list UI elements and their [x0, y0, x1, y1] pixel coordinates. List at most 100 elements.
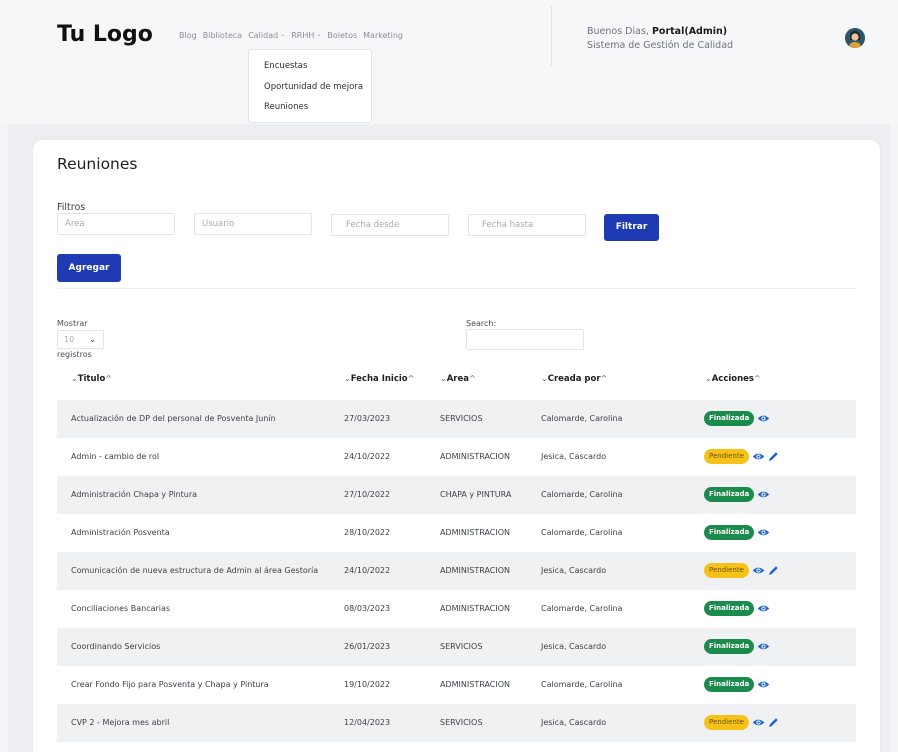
edit-pencil-icon[interactable] [767, 716, 780, 729]
column-header-creada-por[interactable]: ⌄Creada por^ [541, 374, 607, 384]
fecha-desde-input[interactable]: Fecha desde [331, 214, 449, 236]
cell-fecha-inicio: 27/10/2022 [344, 490, 391, 499]
cell-titulo: Crear Fondo Fijo para Posventa y Chapa y… [71, 680, 269, 689]
nav-blog[interactable]: Blog [179, 31, 197, 40]
table-row[interactable]: Crear Fondo Fijo para Posventa y Chapa y… [57, 666, 856, 704]
cell-area: SERVICIOS [440, 642, 483, 651]
sort-icon: ^ [468, 374, 476, 383]
table-row[interactable]: Admin - cambio de rol 24/10/2022 ADMINISTR… [57, 438, 856, 476]
cell-area: CHAPA y PINTURA [440, 490, 512, 499]
status-badge: Finalizada [704, 639, 755, 654]
greeting-prefix: Buenos Dias, [587, 26, 649, 37]
eye-icon[interactable] [757, 488, 770, 501]
system-name: Sistema de Gestión de Calidad [587, 40, 734, 51]
table-row[interactable]: Actualización de DP del personal de Posv… [57, 400, 856, 438]
filtrar-button[interactable]: Filtrar [604, 214, 659, 241]
status-badge: Finalizada [704, 525, 755, 540]
cell-creada-por: Calomarde, Carolina [541, 414, 623, 423]
page-size-select[interactable]: 10 ⌄ [57, 330, 104, 349]
logo[interactable]: Tu Logo [57, 22, 153, 47]
column-header-acciones[interactable]: ⌄Acciones^ [705, 374, 761, 384]
sort-icon: ^ [600, 374, 608, 383]
menu-item-encuestas[interactable]: Encuestas [249, 60, 371, 81]
search-input[interactable] [466, 329, 584, 350]
cell-titulo: CVP 2 - Mejora mes abril [71, 718, 170, 727]
nav-label: Calidad [248, 31, 279, 40]
nav-label: Marketing [363, 31, 404, 40]
cell-titulo: Coordinando Servicios [71, 642, 161, 651]
fecha-hasta-input[interactable]: Fecha hasta [468, 214, 586, 236]
cell-titulo: Administración Chapa y Pintura [71, 490, 198, 499]
status-badge: Pendiente [704, 563, 749, 578]
column-header-fecha-inicio[interactable]: ⌄Fecha Inicio^ [344, 374, 414, 384]
table-row[interactable]: CVP 2 - Mejora mes abril 12/04/2023 SERVIC… [57, 704, 856, 742]
cell-fecha-inicio: 26/01/2023 [344, 642, 391, 651]
menu-item-oportunidad-de-mejora[interactable]: Oportunidad de mejora [249, 81, 371, 102]
cell-creada-por: Jesica, Cascardo [541, 642, 607, 651]
table-row[interactable]: Conciliaciones Bancarias 08/03/2023 ADMINI… [57, 590, 856, 628]
user-name: Portal(Admin) [651, 26, 728, 37]
registros-label: registros [57, 350, 92, 359]
cell-fecha-inicio: 28/10/2022 [344, 528, 391, 537]
row-actions: Pendiente [704, 715, 782, 730]
eye-icon[interactable] [752, 716, 765, 729]
user-avatar-icon [845, 28, 865, 48]
table-row[interactable]: Administración Posventa 28/10/2022 ADMINIS… [57, 514, 856, 552]
nav-rrhh[interactable]: RRHH ⌄ [291, 31, 321, 40]
edit-pencil-icon[interactable] [767, 564, 780, 577]
page-size-value: 10 [64, 335, 75, 344]
sort-icon: ^ [407, 374, 415, 383]
nav-label: Biblioteca [202, 31, 243, 40]
row-actions: Finalizada [704, 677, 772, 692]
eye-icon[interactable] [757, 526, 770, 539]
cell-titulo: Comunicación de nueva estructura de Admi… [71, 566, 319, 575]
column-label: Area [446, 374, 469, 384]
eye-icon[interactable] [752, 564, 765, 577]
sort-icon: ⌄ [440, 374, 447, 383]
agregar-button[interactable]: Agregar [57, 254, 121, 282]
cell-fecha-inicio: 24/10/2022 [344, 452, 391, 461]
cell-fecha-inicio: 08/03/2023 [344, 604, 391, 613]
usuario-filter-input[interactable]: Usuario [194, 213, 312, 235]
nav-label: RRHH [291, 31, 315, 40]
cell-area: ADMINISTRACION [440, 566, 510, 575]
page-title: Reuniones [57, 155, 138, 173]
eye-icon[interactable] [757, 602, 770, 615]
nav-calidad[interactable]: Calidad ⌄ [248, 31, 285, 40]
nav-biblioteca[interactable]: Biblioteca [203, 31, 243, 40]
eye-icon[interactable] [757, 412, 770, 425]
top-header: Tu Logo Blog Biblioteca Calidad ⌄ RRHH ⌄ B… [0, 0, 898, 124]
cell-creada-por: Calomarde, Carolina [541, 604, 623, 613]
table-row[interactable]: Administración Chapa y Pintura 27/10/2022… [57, 476, 856, 514]
filters-label: Filtros [57, 202, 86, 213]
cell-titulo: Conciliaciones Bancarias [71, 604, 171, 613]
eye-icon[interactable] [757, 640, 770, 653]
status-badge: Finalizada [704, 487, 755, 502]
main-card: Reuniones Filtros Area Usuario Fecha des… [33, 140, 880, 752]
menu-item-reuniones[interactable]: Reuniones [249, 101, 371, 122]
cell-fecha-inicio: 19/10/2022 [344, 680, 391, 689]
table-row[interactable]: Comunicación de nueva estructura de Admi… [57, 552, 856, 590]
cell-fecha-inicio: 27/03/2023 [344, 414, 391, 423]
nav-boletos[interactable]: Boletos [327, 31, 357, 40]
column-header-titulo[interactable]: ⌄Titulo^ [71, 374, 112, 384]
table-row[interactable]: Coordinando Servicios 26/01/2023 SERVICIOS… [57, 628, 856, 666]
table-header: ⌄Titulo^ ⌄Fecha Inicio^ ⌄Area^ ⌄Creada p… [57, 370, 856, 390]
nav-label: Blog [179, 31, 197, 40]
cell-creada-por: Jesica, Cascardo [541, 452, 607, 461]
chevron-down-icon: ⌄ [316, 31, 322, 38]
row-actions: Pendiente [704, 563, 782, 578]
cell-creada-por: Calomarde, Carolina [541, 680, 623, 689]
area-filter-input[interactable]: Area [57, 213, 175, 235]
sort-icon: ⌄ [71, 374, 78, 383]
main-nav: Blog Biblioteca Calidad ⌄ RRHH ⌄ Boletos M… [179, 31, 409, 40]
cell-titulo: Administración Posventa [71, 528, 170, 537]
avatar[interactable] [845, 28, 865, 48]
row-actions: Finalizada [704, 639, 772, 654]
edit-pencil-icon[interactable] [767, 450, 780, 463]
eye-icon[interactable] [752, 450, 765, 463]
cell-fecha-inicio: 24/10/2022 [344, 566, 391, 575]
eye-icon[interactable] [757, 678, 770, 691]
column-header-area[interactable]: ⌄Area^ [440, 374, 476, 384]
nav-marketing[interactable]: Marketing [363, 31, 403, 40]
